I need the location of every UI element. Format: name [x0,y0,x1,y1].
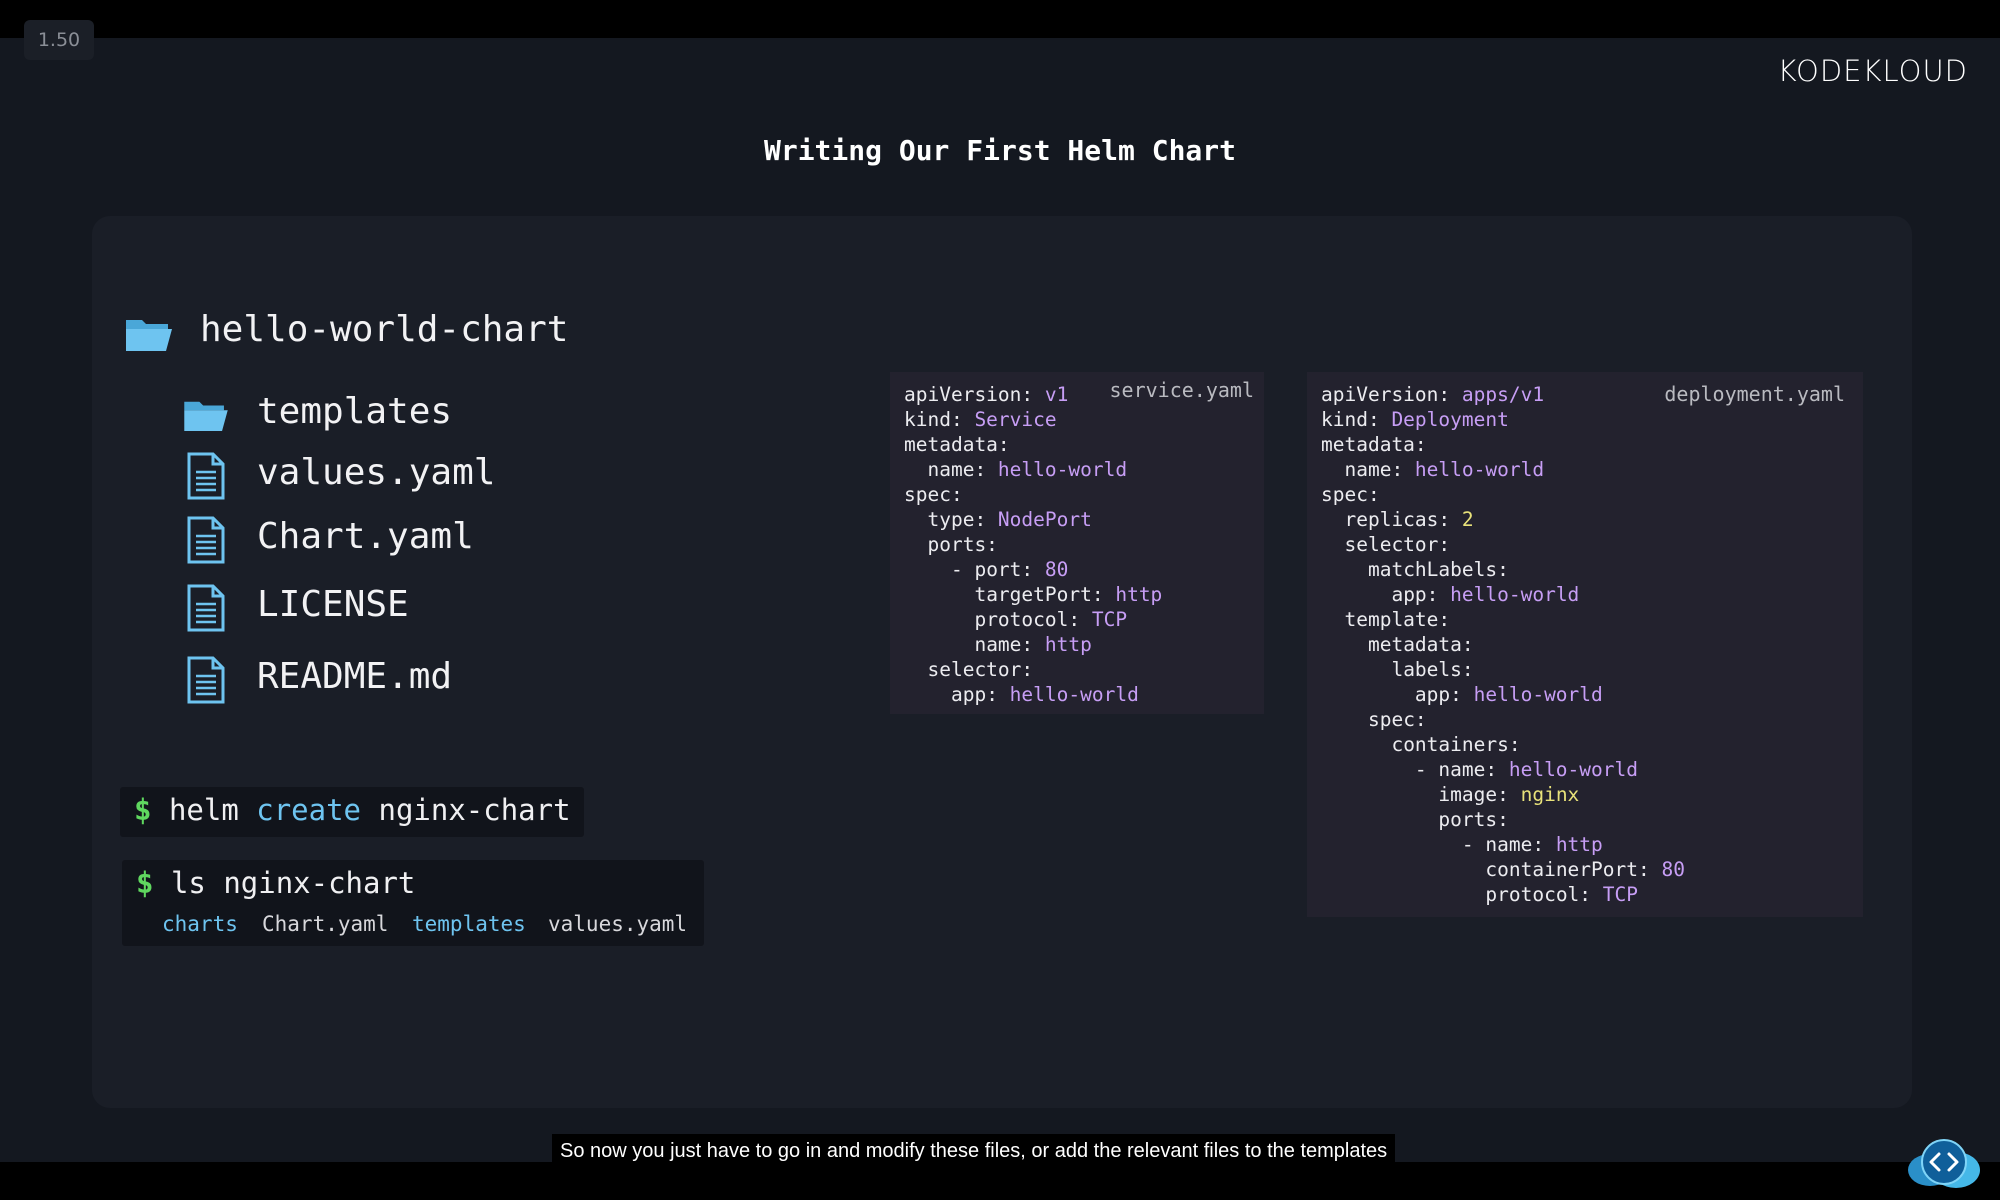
code-line: metadata: [904,433,1010,456]
file-icon [187,452,225,500]
code-line: image: nginx [1438,783,1580,806]
code-line: apiVersion: v1 [904,383,1069,406]
ls-output-item: Chart.yaml [262,912,389,936]
deployment-yaml-code-block: deployment.yaml apiVersion: apps/v1 kind:… [1307,372,1863,917]
code-line: matchLabels: [1367,558,1509,581]
slide-title: Writing Our First Helm Chart [763,134,1236,167]
code-line: kind: Deployment [1321,408,1509,431]
playback-speed-badge[interactable]: 1.50 [24,20,94,60]
code-line: name: hello-world [927,458,1128,481]
file-icon [187,584,225,632]
file-icon [187,656,225,704]
code-line: ports: [1438,808,1509,831]
tree-root-label: hello-world-chart [200,309,569,350]
terminal-ls: $ ls nginx-chart charts Chart.yaml templ… [122,860,704,946]
code-line: targetPort: http [974,583,1163,606]
code-line: containers: [1391,733,1521,756]
code-line: app: hello-world [1414,683,1603,706]
command-argument: nginx-chart [378,793,571,827]
tree-item-values-yaml: values.yaml [257,452,496,493]
ls-output-item: templates [412,912,526,936]
ls-output-item: values.yaml [548,912,688,936]
service-yaml-code-block: service.yaml apiVersion: v1 kind: Service… [890,372,1264,714]
code-lines: apiVersion: v1 kind: Service metadata: nam… [904,382,1162,707]
folder-open-icon [184,401,228,432]
code-line: protocol: TCP [1485,883,1639,906]
terminal-helm-create: $ helm create nginx-chart [120,787,584,837]
code-line: spec: [1367,708,1427,731]
code-line: apiVersion: apps/v1 [1321,383,1545,406]
code-line: app: hello-world [950,683,1139,706]
code-line: ports: [927,533,998,556]
folder-open-icon [126,320,172,351]
code-line: type: NodePort [927,508,1092,531]
top-letterbox [0,0,2000,38]
command-argument: nginx-chart [223,866,416,900]
file-icon [187,516,225,564]
code-line: spec: [904,483,963,506]
ls-output-item: charts [162,912,238,936]
code-line: kind: Service [904,408,1057,431]
code-filename: deployment.yaml [1664,382,1845,406]
code-line: - port: 80 [904,558,1069,581]
tree-item-license: LICENSE [257,584,409,625]
code-line: template: [1344,608,1451,631]
terminal-prompt: $ [134,793,152,827]
code-line: - name: hello-world [1321,758,1638,781]
code-line: name: hello-world [1344,458,1545,481]
command-name: ls [170,866,206,900]
command-subcommand: create [256,793,362,827]
code-line: replicas: 2 [1344,508,1474,531]
code-line: spec: [1321,483,1380,506]
tree-item-templates: templates [257,391,453,432]
subtitle-caption: So now you just have to go in and modify… [552,1134,1396,1168]
terminal-prompt: $ [136,866,154,900]
command-name: helm [168,793,239,827]
code-line: metadata: [1321,433,1427,456]
terminal-command-line: $ helm create nginx-chart [134,793,571,827]
code-line: metadata: [1367,633,1474,656]
tree-item-chart-yaml: Chart.yaml [257,516,474,557]
kodekloud-logo: KODEKLOUD [1777,54,1968,88]
code-line: - name: http [1321,833,1603,856]
terminal-command-line: $ ls nginx-chart [136,866,415,900]
code-line: labels: [1391,658,1474,681]
code-line: selector: [1344,533,1451,556]
code-line: containerPort: 80 [1485,858,1685,881]
code-line: app: hello-world [1391,583,1580,606]
code-line: name: http [974,633,1092,656]
code-line: selector: [927,658,1034,681]
code-line: protocol: TCP [974,608,1128,631]
tree-item-readme: README.md [257,656,453,697]
code-brackets-icon[interactable] [1906,1136,1984,1188]
code-lines: apiVersion: apps/v1 kind: Deployment metad… [1321,382,1685,907]
